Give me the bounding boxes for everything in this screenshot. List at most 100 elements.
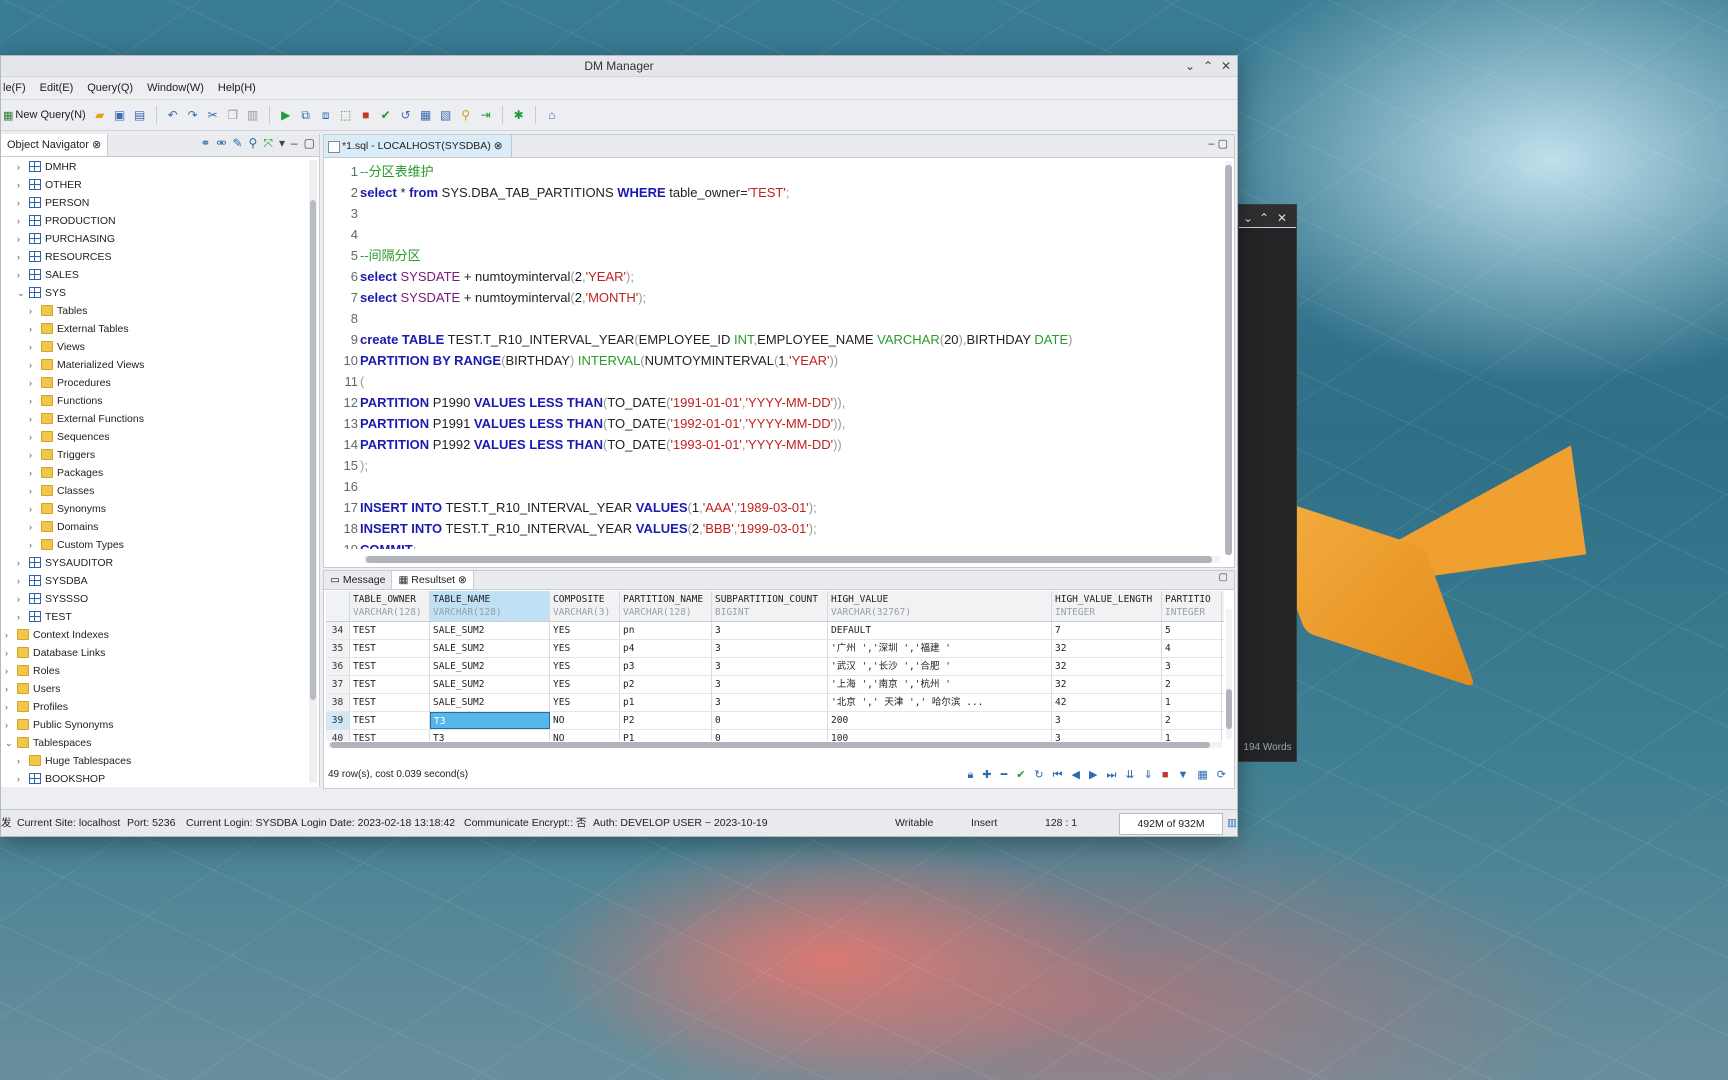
tree-item-sysauditor[interactable]: › SYSAUDITOR [1,554,307,572]
chevron-right-icon[interactable]: › [29,392,32,410]
code-line[interactable]: 18 INSERT INTO TEST.T_R10_INTERVAL_YEAR V… [324,518,1222,539]
column-header[interactable]: PARTITIO INTEGER [1162,591,1222,621]
edit-icon[interactable]: ✎ [232,136,242,151]
minimize-maximize-icon[interactable]: – ▢ [1208,137,1228,150]
minimize-maximize-icon[interactable]: ▢ [1219,572,1228,583]
code-line[interactable]: 15); [324,455,1222,476]
find-icon[interactable]: ⚲ [456,105,476,125]
minimize-icon[interactable]: ⌄ [1185,56,1195,76]
undo-icon[interactable]: ↶ [163,105,183,125]
table-cell[interactable]: 100 [828,730,1052,741]
column-header[interactable]: PARTITION_NAME VARCHAR(128) [620,591,712,621]
code-line[interactable]: 2 select * from SYS.DBA_TAB_PARTITIONS WH… [324,182,1222,203]
chevron-right-icon[interactable]: › [29,410,32,428]
calendar-icon[interactable]: ▦ [416,105,436,125]
commit-icon[interactable]: ✔ [376,105,396,125]
tree-item-tables[interactable]: › Tables [1,302,307,320]
tree-item-roles[interactable]: › Roles [1,662,307,680]
tree-item-bookshop[interactable]: › BOOKSHOP [1,770,307,787]
disconnect-icon[interactable]: ⚮ [216,136,226,151]
tree-item-dmhr[interactable]: › DMHR [1,158,307,176]
table-cell[interactable]: SALE_SUM2 [430,676,550,693]
chevron-right-icon[interactable]: › [5,698,8,716]
column-header[interactable]: SUBPARTITION_COUNT BIGINT [712,591,828,621]
table-cell[interactable]: p2 [620,676,712,693]
close-icon[interactable]: ✕ [1221,56,1231,76]
chevron-up-icon[interactable]: ⌃ [1259,208,1269,228]
table-cell[interactable]: 1 [1162,730,1222,741]
grid-corner[interactable] [326,591,350,621]
reload-icon[interactable]: ⟳ [1217,764,1226,786]
tree-item-context-indexes[interactable]: › Context Indexes [1,626,307,644]
table-cell[interactable]: SALE_SUM2 [430,694,550,711]
table-row[interactable]: 36 TEST SALE_SUM2 YES p3 3 '武汉 ','长沙 ','合肥 ' 32… [326,658,1224,676]
table-cell[interactable]: 3 [1162,658,1222,675]
code-line[interactable]: 19COMMIT; [324,539,1222,549]
menu-help[interactable]: Help(H) [218,82,256,94]
table-cell[interactable]: 3 [712,640,828,657]
code-line[interactable]: 6 select SYSDATE + numtoyminterval(2,'YEA… [324,266,1222,287]
table-cell[interactable]: TEST [350,622,430,639]
table-cell[interactable]: TEST [350,694,430,711]
column-header[interactable]: HIGH_VALUE VARCHAR(32767) [828,591,1052,621]
table-row[interactable]: 39 TEST T3 NO P2 0 200 3 2 [326,712,1224,730]
filter-icon[interactable]: ▼ [1177,764,1188,786]
explain-icon[interactable]: ⬚ [336,105,356,125]
chevron-right-icon[interactable]: › [29,536,32,554]
table-row[interactable]: 37 TEST SALE_SUM2 YES p2 3 '上海 ','南京 ','杭州 ' 32… [326,676,1224,694]
tree-item-sales[interactable]: › SALES [1,266,307,284]
table-cell[interactable]: '北京 ',' 天津 ',' 哈尔滨 ... [828,694,1052,711]
tree-item-profiles[interactable]: › Profiles [1,698,307,716]
chevron-right-icon[interactable]: › [29,302,32,320]
table-cell[interactable]: NO [550,730,620,741]
table-cell[interactable]: 3 [1052,712,1162,729]
table-cell[interactable]: YES [550,676,620,693]
code-line[interactable]: 1 --分区表维护 [324,161,1222,182]
stop-icon[interactable]: ■ [356,105,376,125]
table-cell[interactable]: YES [550,694,620,711]
table-cell[interactable]: p3 [620,658,712,675]
scroll-thumb[interactable] [366,556,1212,563]
code-line[interactable]: 17 INSERT INTO TEST.T_R10_INTERVAL_YEAR V… [324,497,1222,518]
tree-item-views[interactable]: › Views [1,338,307,356]
tree-item-public-synonyms[interactable]: › Public Synonyms [1,716,307,734]
table-cell[interactable]: '上海 ','南京 ','杭州 ' [828,676,1052,693]
cut-icon[interactable]: ✂ [203,105,223,125]
chevron-right-icon[interactable]: › [17,176,20,194]
tree-item-production[interactable]: › PRODUCTION [1,212,307,230]
code-line[interactable]: 13 PARTITION P1991 VALUES LESS THAN(TO_DA… [324,413,1222,434]
scroll-thumb[interactable] [310,200,316,700]
navigator-scrollbar[interactable] [309,160,317,783]
chevron-right-icon[interactable]: › [29,446,32,464]
table-cell[interactable]: p1 [620,694,712,711]
tree-item-triggers[interactable]: › Triggers [1,446,307,464]
row-number[interactable]: 34 [326,622,350,639]
chevron-right-icon[interactable]: › [17,608,20,626]
copy-icon[interactable]: ❐ [223,105,243,125]
row-number[interactable]: 39 [326,712,350,729]
chevron-down-icon[interactable]: ⌄ [17,284,25,302]
table-cell[interactable]: T3 [430,712,550,729]
tree-item-sysdba[interactable]: › SYSDBA [1,572,307,590]
stop-icon[interactable]: ■ [1162,764,1169,786]
chevron-right-icon[interactable]: › [29,356,32,374]
tree-item-synonyms[interactable]: › Synonyms [1,500,307,518]
results-vscrollbar[interactable] [1226,609,1232,739]
last-page-icon[interactable]: ⏭ [1106,764,1116,786]
chevron-right-icon[interactable]: › [29,428,32,446]
editor-hscrollbar[interactable] [364,556,1220,563]
maximize-icon[interactable]: ⌃ [1203,56,1213,76]
tree-item-materialized-views[interactable]: › Materialized Views [1,356,307,374]
table-cell[interactable]: '广州 ','深圳 ','福建 ' [828,640,1052,657]
tab-resultset[interactable]: ▦ Resultset ⊗ [392,571,474,589]
background-window-titlebar[interactable]: ⌄ ⌃ ✕ [1239,205,1296,228]
tree-item-syssso[interactable]: › SYSSSO [1,590,307,608]
scroll-thumb[interactable] [1225,165,1232,555]
table-cell[interactable]: 42 [1052,694,1162,711]
home-icon[interactable]: ⌂ [542,105,562,125]
chevron-right-icon[interactable]: › [17,554,20,572]
code-area[interactable]: 1 --分区表维护 2 select * from SYS.DBA_TAB_PARTI… [324,161,1222,549]
row-number[interactable]: 40 [326,730,350,741]
chevron-right-icon[interactable]: › [29,320,32,338]
chevron-right-icon[interactable]: › [17,212,20,230]
